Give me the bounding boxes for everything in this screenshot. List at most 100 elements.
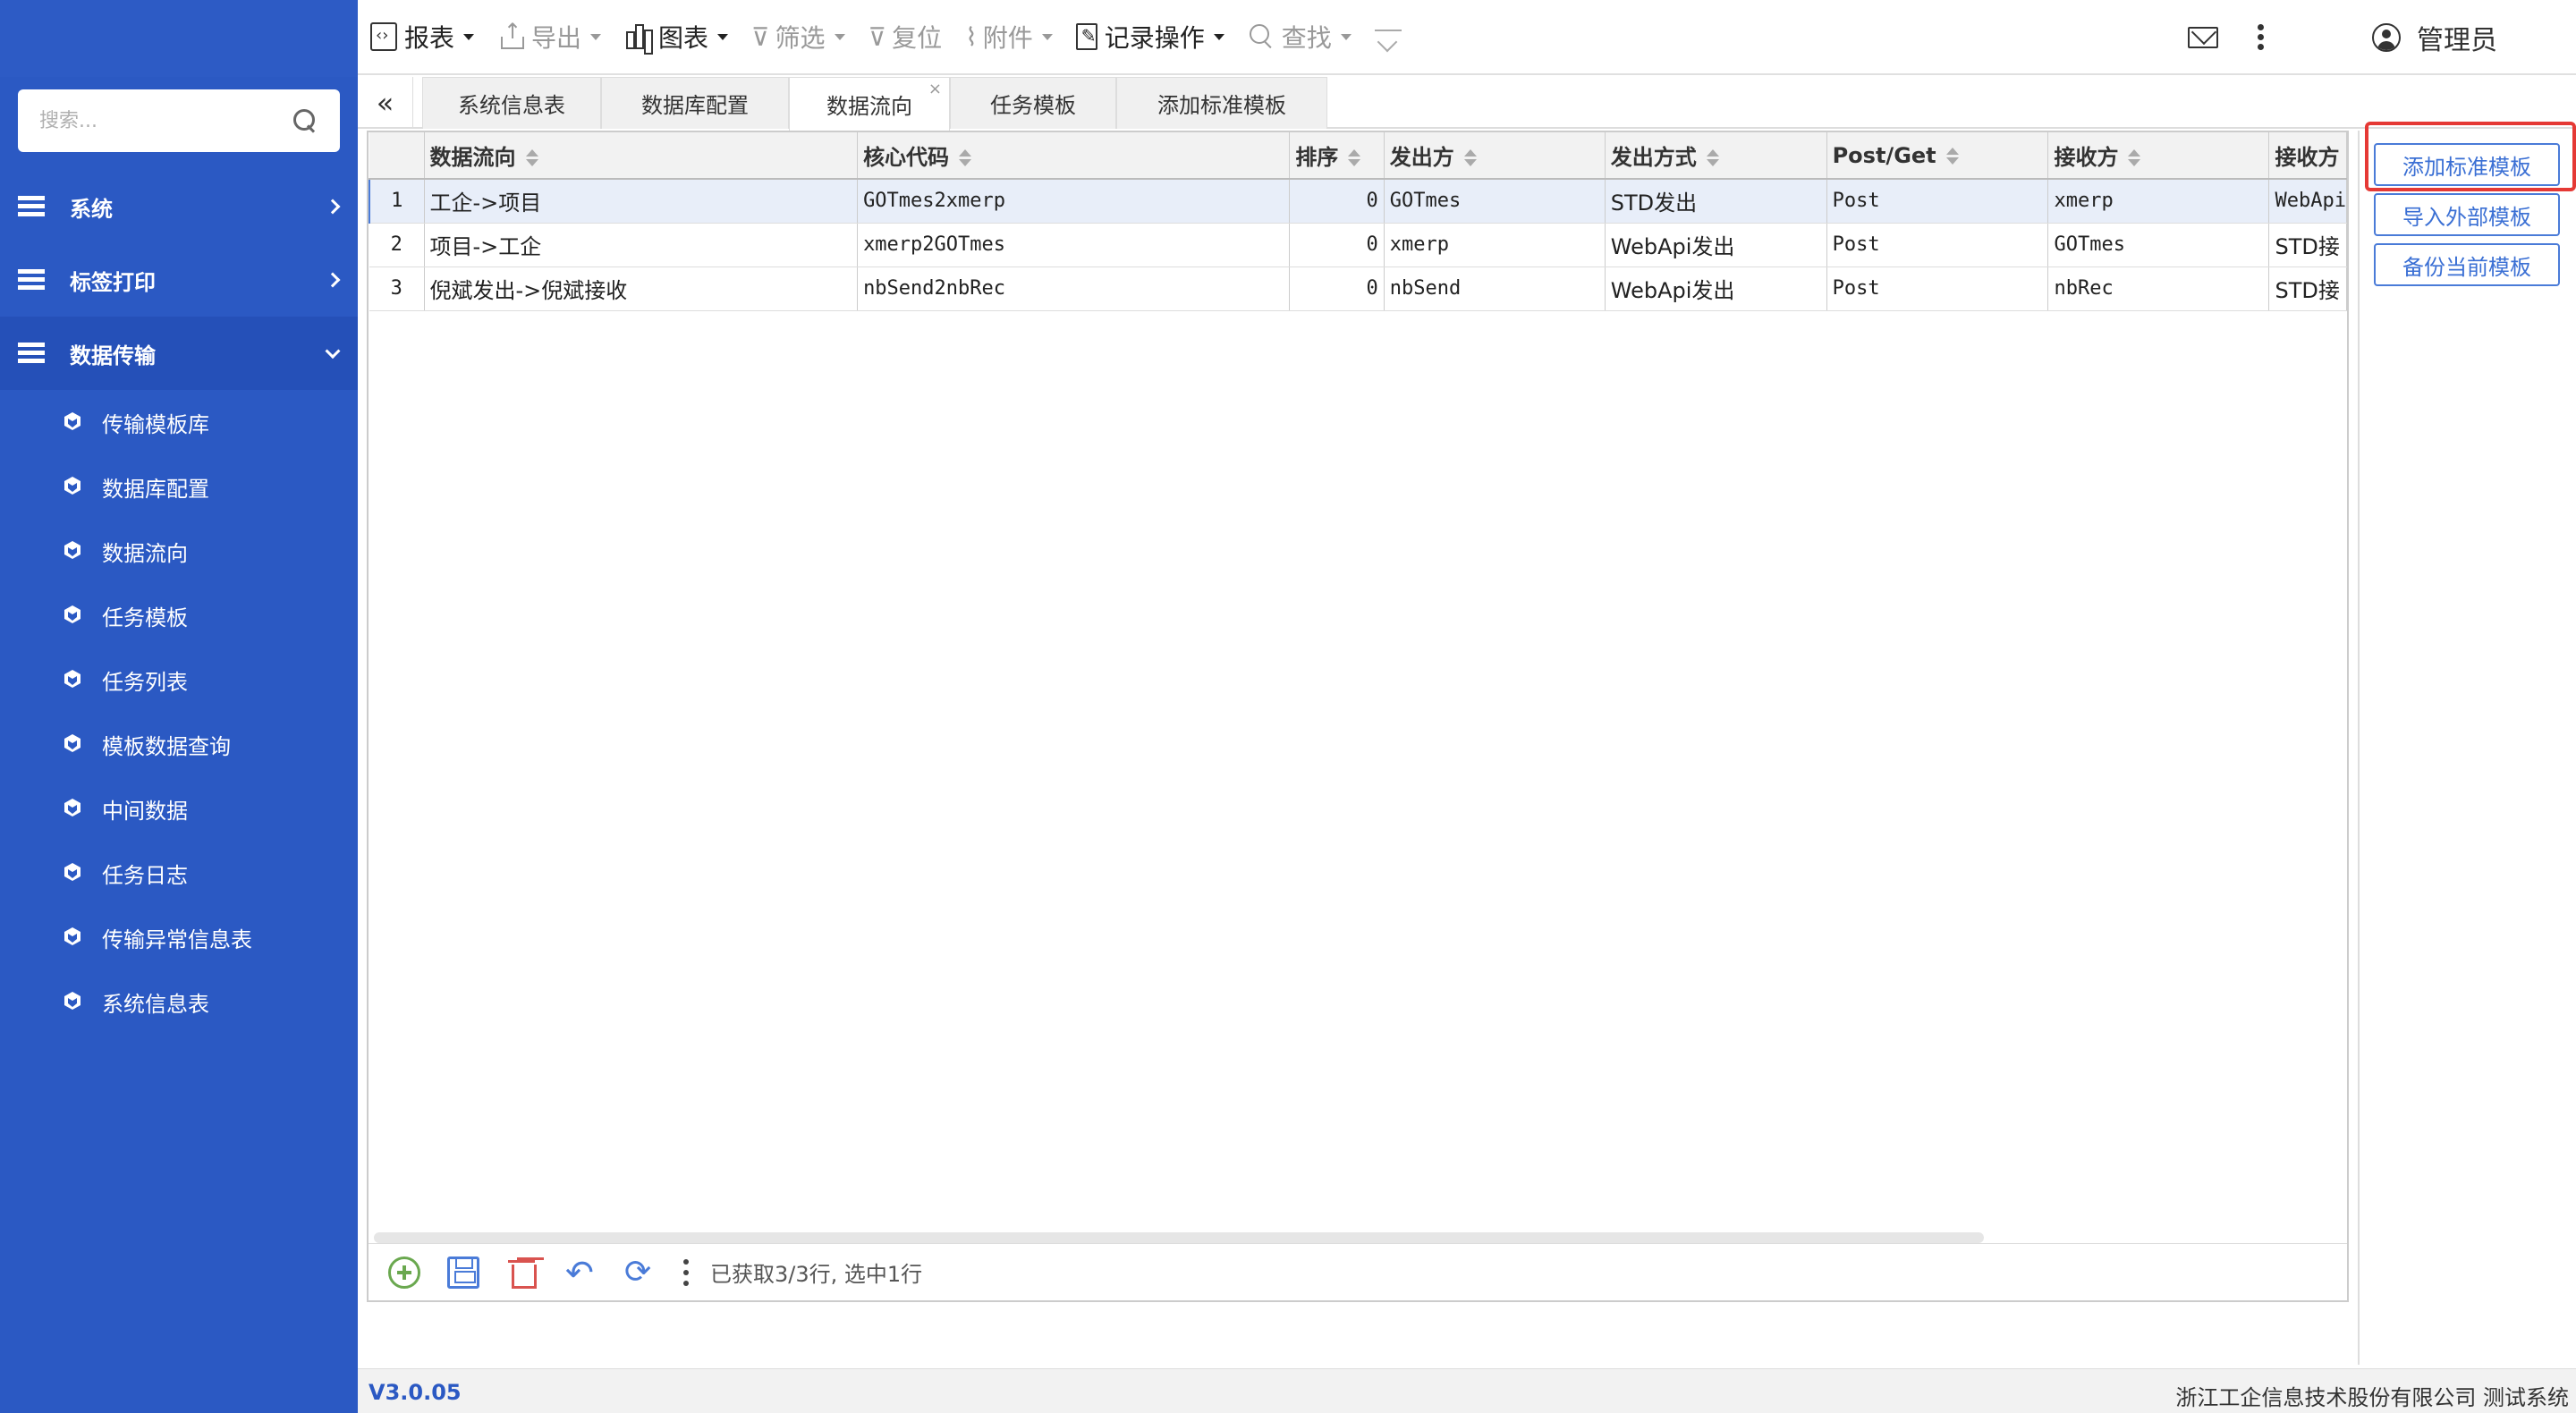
- sidebar-item-intermediate-data[interactable]: 中间数据: [0, 776, 358, 841]
- reset-label: 复位: [892, 23, 943, 53]
- cell-flow[interactable]: 项目->工企: [424, 223, 859, 267]
- column-header[interactable]: 发出方: [1384, 132, 1606, 180]
- attachment-menu[interactable]: ⌇ 附件: [965, 19, 1053, 55]
- cell-send-mode[interactable]: WebApi发出: [1605, 223, 1827, 267]
- column-header[interactable]: Post/Get: [1826, 132, 2049, 180]
- cell-flow[interactable]: 工企->项目: [424, 179, 859, 224]
- sort-icon[interactable]: [1463, 149, 1478, 167]
- sort-icon[interactable]: [1945, 147, 1960, 165]
- export-menu[interactable]: 导出: [497, 19, 602, 55]
- menu-group-system[interactable]: 系统: [0, 170, 358, 243]
- sort-icon[interactable]: [1347, 149, 1361, 167]
- table-row[interactable]: 2 项目->工企 xmerp2GOTmes 0 xmerp WebApi发出 P…: [369, 223, 2347, 267]
- column-header[interactable]: 接收方: [2047, 132, 2270, 180]
- record-ops-menu[interactable]: 记录操作: [1075, 19, 1224, 55]
- search-input[interactable]: [39, 109, 292, 132]
- cell-send-mode[interactable]: STD发出: [1605, 179, 1827, 224]
- cell-method[interactable]: Post: [1826, 267, 2049, 311]
- toolbar-right: 管理员: [2188, 0, 2576, 75]
- cell-receive-mode[interactable]: STD接: [2268, 223, 2347, 267]
- row-number: 2: [369, 223, 425, 267]
- delete-icon[interactable]: [506, 1256, 538, 1289]
- expand-toolbar-button[interactable]: [1374, 22, 1409, 51]
- close-icon[interactable]: ×: [928, 80, 942, 98]
- user-avatar-icon[interactable]: [2372, 23, 2401, 52]
- more-vertical-icon[interactable]: [683, 1258, 689, 1286]
- cell-flow[interactable]: 倪斌发出->倪斌接收: [424, 267, 859, 311]
- tab-system-info[interactable]: 系统信息表: [422, 77, 601, 129]
- sidebar-item-task-template[interactable]: 任务模板: [0, 583, 358, 647]
- sidebar-search[interactable]: [18, 89, 340, 152]
- cell-method[interactable]: Post: [1826, 223, 2049, 267]
- cell-receive-mode[interactable]: STD接: [2268, 267, 2347, 311]
- column-header[interactable]: 接收方: [2268, 132, 2347, 180]
- column-header[interactable]: 数据流向: [424, 132, 859, 180]
- sort-icon[interactable]: [958, 149, 972, 167]
- add-standard-template-button[interactable]: 添加标准模板: [2374, 143, 2560, 186]
- menu-group-label: 系统: [70, 196, 113, 222]
- cell-code[interactable]: xmerp2GOTmes: [857, 223, 1291, 267]
- column-header[interactable]: 核心代码: [857, 132, 1291, 180]
- cell-sender[interactable]: xmerp: [1384, 223, 1606, 267]
- search-icon[interactable]: [292, 107, 318, 134]
- save-icon[interactable]: [447, 1256, 479, 1289]
- reset-button[interactable]: ⊽ 复位: [869, 19, 943, 55]
- cell-method[interactable]: Post: [1826, 179, 2049, 224]
- horizontal-scrollbar[interactable]: [374, 1232, 1984, 1243]
- tab-add-standard-template[interactable]: 添加标准模板: [1116, 77, 1327, 129]
- menu-group-data-transfer[interactable]: 数据传输: [0, 317, 358, 390]
- table-row[interactable]: 1 工企->项目 GOTmes2xmerp 0 GOTmes STD发出 Pos…: [369, 179, 2347, 224]
- tab-database-config[interactable]: 数据库配置: [601, 77, 789, 129]
- tab-task-template[interactable]: 任务模板: [950, 77, 1116, 129]
- mail-icon[interactable]: [2188, 27, 2218, 48]
- sort-icon[interactable]: [525, 149, 539, 167]
- cell-receiver[interactable]: xmerp: [2047, 179, 2270, 224]
- find-menu[interactable]: 查找: [1248, 19, 1352, 55]
- more-vertical-icon[interactable]: [2258, 24, 2265, 51]
- sidebar-item-template-library[interactable]: 传输模板库: [0, 390, 358, 454]
- chart-menu[interactable]: 图表: [624, 19, 729, 55]
- import-external-template-button[interactable]: 导入外部模板: [2374, 193, 2560, 236]
- column-header-label: 发出方式: [1610, 145, 1697, 170]
- column-header-label: 接收方: [2275, 145, 2340, 170]
- cell-receiver[interactable]: GOTmes: [2047, 223, 2270, 267]
- menu-group-label-print[interactable]: 标签打印: [0, 243, 358, 317]
- undo-icon[interactable]: ↶: [565, 1256, 597, 1290]
- sidebar-item-database-config[interactable]: 数据库配置: [0, 454, 358, 519]
- top-toolbar: 报表 导出 图表 ⊽ 筛选 ⊽ 复位 ⌇ 附件 记录操作 查找: [358, 0, 2576, 75]
- sidebar-item-template-query[interactable]: 模板数据查询: [0, 712, 358, 776]
- sidebar-menu: 系统 标签打印 数据传输 传输模板库 数据库配置 数据流向 任务模板 任务列表 …: [0, 170, 358, 1034]
- sort-icon[interactable]: [1706, 149, 1720, 167]
- filter-menu[interactable]: ⊽ 筛选: [751, 19, 845, 55]
- cell-order[interactable]: 0: [1289, 267, 1385, 311]
- sidebar-item-transfer-errors[interactable]: 传输异常信息表: [0, 905, 358, 969]
- sidebar-item-data-flow[interactable]: 数据流向: [0, 519, 358, 583]
- cell-sender[interactable]: nbSend: [1384, 267, 1606, 311]
- collapse-sidebar-button[interactable]: «: [358, 77, 413, 129]
- cell-receive-mode[interactable]: WebApi: [2268, 179, 2347, 224]
- cell-send-mode[interactable]: WebApi发出: [1605, 267, 1827, 311]
- sidebar-item-task-list[interactable]: 任务列表: [0, 647, 358, 712]
- right-panel-divider: [2358, 131, 2360, 1365]
- column-header-label: 发出方: [1389, 145, 1454, 170]
- cell-order[interactable]: 0: [1289, 223, 1385, 267]
- user-name[interactable]: 管理员: [2417, 18, 2497, 57]
- refresh-icon[interactable]: ⟳: [624, 1256, 657, 1289]
- table-row[interactable]: 3 倪斌发出->倪斌接收 nbSend2nbRec 0 nbSend WebAp…: [369, 267, 2347, 311]
- tab-data-flow[interactable]: 数据流向 ×: [789, 77, 950, 131]
- sidebar-item-task-log[interactable]: 任务日志: [0, 841, 358, 905]
- column-header[interactable]: 排序: [1289, 132, 1385, 180]
- sort-icon[interactable]: [2127, 149, 2141, 167]
- cell-order[interactable]: 0: [1289, 179, 1385, 224]
- cell-code[interactable]: GOTmes2xmerp: [857, 179, 1291, 224]
- sidebar-item-system-info[interactable]: 系统信息表: [0, 969, 358, 1034]
- cell-code[interactable]: nbSend2nbRec: [857, 267, 1291, 311]
- report-menu[interactable]: 报表: [370, 19, 475, 55]
- cell-receiver[interactable]: nbRec: [2047, 267, 2270, 311]
- add-icon[interactable]: [388, 1256, 420, 1289]
- column-header[interactable]: 发出方式: [1605, 132, 1827, 180]
- backup-current-template-button[interactable]: 备份当前模板: [2374, 243, 2560, 286]
- cell-sender[interactable]: GOTmes: [1384, 179, 1606, 224]
- caret-down-icon: [1340, 33, 1352, 40]
- cube-icon: [63, 411, 84, 433]
